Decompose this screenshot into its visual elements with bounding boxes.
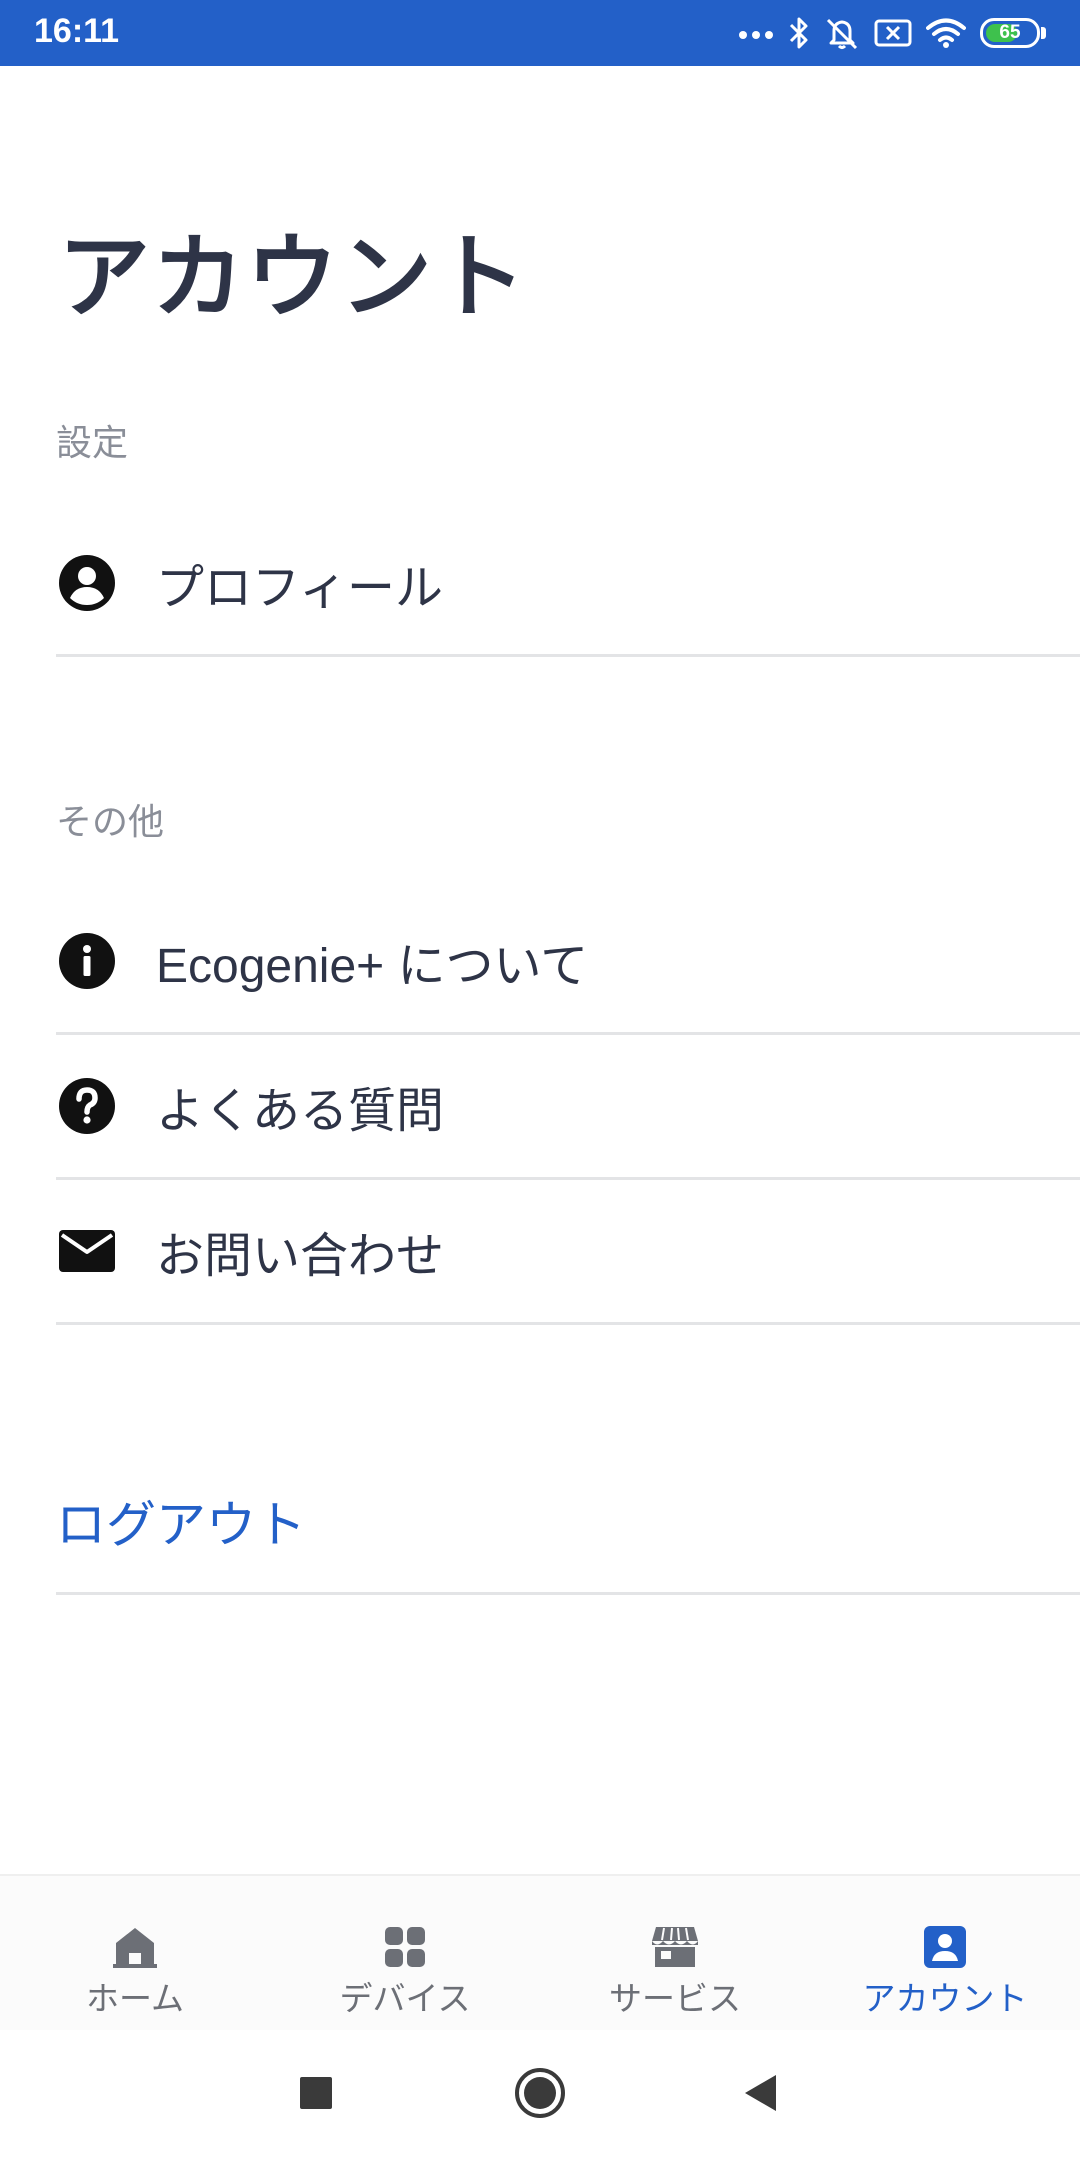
store-icon — [650, 1924, 700, 1970]
menu-item-label: お問い合わせ — [156, 1230, 445, 1283]
info-icon — [58, 932, 116, 990]
menu-item-label: よくある質問 — [156, 1085, 445, 1138]
system-navigation-bar — [0, 2030, 1080, 2160]
notifications-off-icon — [824, 16, 860, 50]
section-label-settings: 設定 — [56, 423, 129, 464]
back-button[interactable] — [710, 2030, 810, 2160]
account-screen: 16:11 65 アカウント 設定 プロフィール その他 Ecogenie+ に… — [0, 0, 1080, 2160]
help-icon — [58, 1077, 116, 1135]
mail-icon — [58, 1222, 116, 1280]
account-box-icon — [920, 1924, 970, 1970]
nav-tab-label: ホーム — [85, 1979, 184, 2018]
recents-button[interactable] — [266, 2030, 366, 2160]
account-circle-icon — [58, 554, 116, 612]
status-bar: 16:11 65 — [0, 0, 1080, 66]
nav-tab-home[interactable]: ホーム — [0, 1876, 270, 2030]
logout-label: ログアウト — [56, 1496, 306, 1554]
menu-item-faq[interactable]: よくある質問 — [56, 1035, 1080, 1180]
home-button[interactable] — [490, 2030, 590, 2160]
nav-tab-services[interactable]: サービス — [540, 1876, 810, 2030]
battery-icon: 65 — [980, 18, 1046, 48]
home-circle-icon — [514, 2067, 566, 2123]
menu-item-label: プロフィール — [156, 562, 444, 615]
devices-grid-icon — [380, 1924, 430, 1970]
recents-icon — [299, 2076, 333, 2114]
nav-tab-label: アカウント — [862, 1979, 1028, 2018]
menu-item-profile[interactable]: プロフィール — [56, 512, 1080, 657]
bluetooth-icon — [788, 16, 810, 50]
logout-button[interactable]: ログアウト — [56, 1450, 1080, 1595]
menu-item-contact[interactable]: お問い合わせ — [56, 1180, 1080, 1325]
nav-tab-label: デバイス — [339, 1979, 471, 2018]
battery-tip — [1041, 27, 1046, 39]
back-triangle-icon — [743, 2073, 777, 2117]
menu-item-about[interactable]: Ecogenie+ について — [56, 890, 1080, 1035]
nav-tab-label: サービス — [609, 1979, 741, 2018]
page-title: アカウント — [58, 224, 529, 331]
more-dots-icon — [738, 27, 774, 39]
section-label-other: その他 — [56, 802, 165, 843]
wifi-icon — [926, 17, 966, 49]
menu-item-label: Ecogenie+ について — [156, 940, 589, 993]
bottom-navigation: ホーム デバイス サービス アカウント — [0, 1874, 1080, 2030]
sim-off-icon — [874, 18, 912, 48]
nav-tab-devices[interactable]: デバイス — [270, 1876, 540, 2030]
home-icon — [110, 1924, 160, 1970]
status-icons: 65 — [738, 13, 1046, 53]
status-time: 16:11 — [34, 12, 120, 50]
battery-level: 65 — [999, 22, 1021, 43]
nav-tab-account[interactable]: アカウント — [810, 1876, 1080, 2030]
